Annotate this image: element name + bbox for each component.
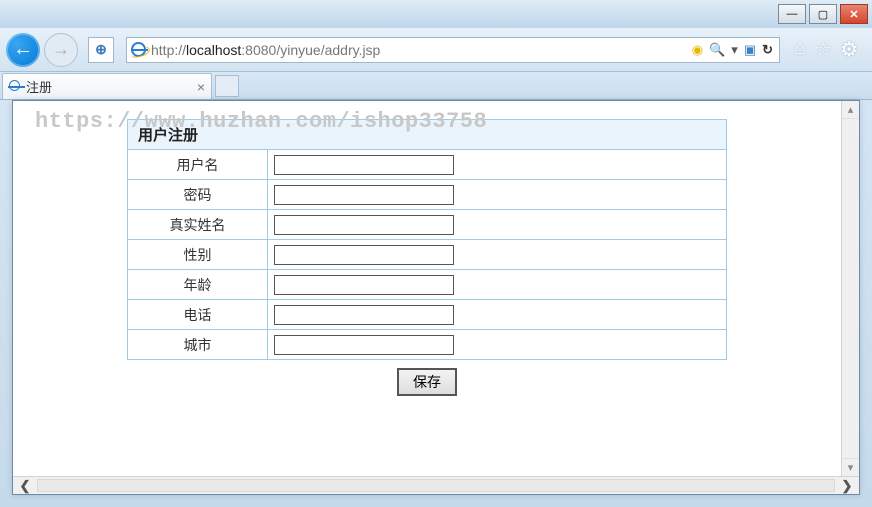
- search-dropdown-icon[interactable]: ▾: [731, 42, 738, 58]
- vertical-scrollbar[interactable]: ▴ ▾: [841, 101, 859, 476]
- page-viewport: https://www.huzhan.com/ishop33758 用户注册 用…: [12, 100, 860, 495]
- input-age[interactable]: [274, 275, 454, 295]
- form-title: 用户注册: [128, 120, 727, 150]
- input-username[interactable]: [274, 155, 454, 175]
- input-gender[interactable]: [274, 245, 454, 265]
- close-button[interactable]: ✕: [840, 4, 868, 24]
- scroll-up-icon[interactable]: ▴: [842, 101, 859, 119]
- input-realname[interactable]: [274, 215, 454, 235]
- search-icon[interactable]: 🔍: [709, 42, 725, 58]
- form-row-city: 城市: [128, 330, 727, 360]
- save-button[interactable]: 保存: [397, 368, 457, 396]
- register-form: 用户注册 用户名 密码 真实姓名 性别 年龄: [127, 119, 727, 360]
- tab-strip: 注册 ×: [0, 72, 872, 100]
- form-row-username: 用户名: [128, 150, 727, 180]
- tab-title: 注册: [26, 77, 197, 96]
- label-username: 用户名: [128, 150, 268, 180]
- input-password[interactable]: [274, 185, 454, 205]
- browser-controls: ⌂ ☆ ⚙: [786, 37, 866, 62]
- label-city: 城市: [128, 330, 268, 360]
- url-text: http://localhost:8080/yinyue/addry.jsp: [149, 42, 686, 58]
- label-gender: 性别: [128, 240, 268, 270]
- scroll-right-icon[interactable]: ❯: [835, 477, 859, 494]
- home-icon[interactable]: ⌂: [794, 37, 806, 62]
- scroll-left-icon[interactable]: ❮: [13, 477, 37, 494]
- scroll-track[interactable]: [37, 479, 835, 492]
- window-titlebar: — ▢ ✕: [0, 0, 872, 28]
- compat-view-button[interactable]: ⊕: [88, 37, 114, 63]
- site-icon: ◉: [692, 42, 703, 58]
- back-button[interactable]: ←: [6, 33, 40, 67]
- label-password: 密码: [128, 180, 268, 210]
- scroll-down-icon[interactable]: ▾: [842, 458, 859, 476]
- tab-register[interactable]: 注册 ×: [2, 73, 212, 99]
- browser-toolbar: ← → ⊕ http://localhost:8080/yinyue/addry…: [0, 28, 872, 72]
- horizontal-scrollbar[interactable]: ❮ ❯: [13, 476, 859, 494]
- new-tab-button[interactable]: [215, 75, 239, 97]
- ie-icon: [9, 79, 20, 94]
- page-content: https://www.huzhan.com/ishop33758 用户注册 用…: [13, 101, 841, 476]
- input-phone[interactable]: [274, 305, 454, 325]
- settings-icon[interactable]: ⚙: [840, 37, 858, 62]
- maximize-button[interactable]: ▢: [809, 4, 837, 24]
- input-city[interactable]: [274, 335, 454, 355]
- label-age: 年龄: [128, 270, 268, 300]
- form-row-realname: 真实姓名: [128, 210, 727, 240]
- refresh-icon[interactable]: ↻: [762, 42, 773, 58]
- form-row-gender: 性别: [128, 240, 727, 270]
- tab-close-icon[interactable]: ×: [197, 79, 205, 95]
- forward-button[interactable]: →: [44, 33, 78, 67]
- minimize-button[interactable]: —: [778, 4, 806, 24]
- label-phone: 电话: [128, 300, 268, 330]
- address-bar-icons: ◉ 🔍 ▾ ▣ ↻: [686, 42, 779, 58]
- form-row-age: 年龄: [128, 270, 727, 300]
- label-realname: 真实姓名: [128, 210, 268, 240]
- address-bar[interactable]: http://localhost:8080/yinyue/addry.jsp ◉…: [126, 37, 780, 63]
- form-row-password: 密码: [128, 180, 727, 210]
- plus-icon: ⊕: [95, 41, 107, 58]
- favorites-icon[interactable]: ☆: [814, 37, 832, 62]
- image-icon[interactable]: ▣: [744, 42, 756, 58]
- ie-icon: [127, 42, 149, 57]
- form-row-phone: 电话: [128, 300, 727, 330]
